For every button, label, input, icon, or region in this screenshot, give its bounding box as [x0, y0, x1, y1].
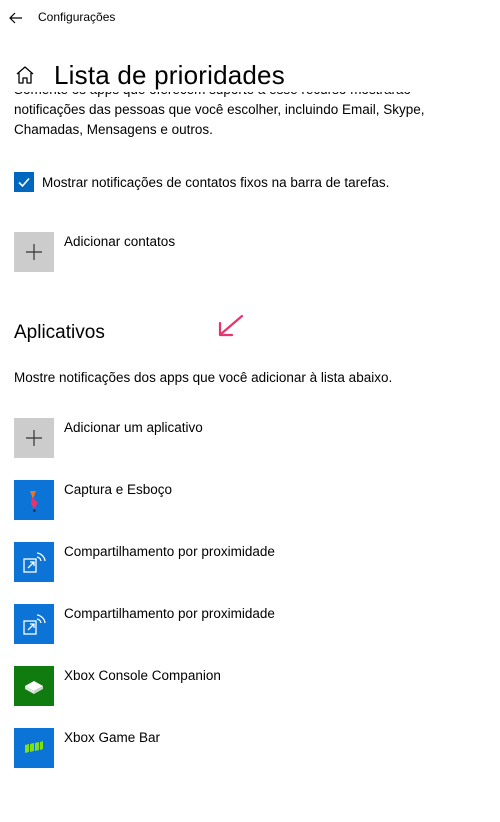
- snip-sketch-icon: [14, 480, 54, 520]
- page-description: Somente os apps que oferecem suporte a e…: [14, 92, 474, 140]
- app-list-item[interactable]: Xbox Console Companion: [14, 666, 221, 706]
- add-app-button[interactable]: Adicionar um aplicativo: [14, 418, 203, 458]
- app-label: Compartilhamento por proximidade: [64, 606, 275, 621]
- checkmark-icon: [18, 177, 30, 188]
- xbox-game-bar-icon: [14, 728, 54, 768]
- annotation-arrow-icon: [218, 314, 244, 337]
- app-list-item[interactable]: Captura e Esboço: [14, 480, 172, 520]
- page-header: Lista de prioridades: [14, 58, 285, 92]
- plus-icon: [26, 430, 42, 446]
- description-text: notificações das pessoas que você escolh…: [14, 102, 425, 137]
- pinned-contacts-checkbox-row[interactable]: Mostrar notificações de contatos fixos n…: [14, 172, 389, 192]
- home-icon[interactable]: [14, 64, 36, 86]
- page-title: Lista de prioridades: [54, 59, 285, 90]
- title-bar: Configurações: [0, 0, 500, 36]
- apps-section-heading: Aplicativos: [14, 322, 105, 343]
- pinned-contacts-label: Mostrar notificações de contatos fixos n…: [42, 174, 390, 190]
- nearby-share-icon: [14, 542, 54, 582]
- add-contacts-button[interactable]: Adicionar contatos: [14, 232, 175, 272]
- add-contacts-label: Adicionar contatos: [64, 234, 176, 249]
- xbox-companion-icon: [14, 666, 54, 706]
- plus-icon: [26, 244, 42, 260]
- app-label: Compartilhamento por proximidade: [64, 544, 275, 559]
- app-label: Xbox Game Bar: [64, 730, 161, 745]
- nearby-share-icon: [14, 604, 54, 644]
- pinned-contacts-checkbox[interactable]: [14, 172, 34, 192]
- app-list-item[interactable]: Compartilhamento por proximidade: [14, 604, 275, 644]
- window-title: Configurações: [38, 10, 116, 24]
- app-list-item[interactable]: Xbox Game Bar: [14, 728, 160, 768]
- app-label: Xbox Console Companion: [64, 668, 221, 683]
- add-app-label: Adicionar um aplicativo: [64, 420, 203, 435]
- app-label: Captura e Esboço: [64, 482, 173, 497]
- back-arrow-icon[interactable]: [6, 8, 26, 28]
- content-area[interactable]: Somente os apps que oferecem suporte a e…: [0, 92, 500, 822]
- description-partial-line: Somente os apps que oferecem suporte a e…: [14, 92, 474, 100]
- app-list-item[interactable]: Compartilhamento por proximidade: [14, 542, 275, 582]
- apps-section-description: Mostre notificações dos apps que você ad…: [14, 370, 393, 385]
- add-app-tile[interactable]: [14, 418, 54, 458]
- add-contacts-tile[interactable]: [14, 232, 54, 272]
